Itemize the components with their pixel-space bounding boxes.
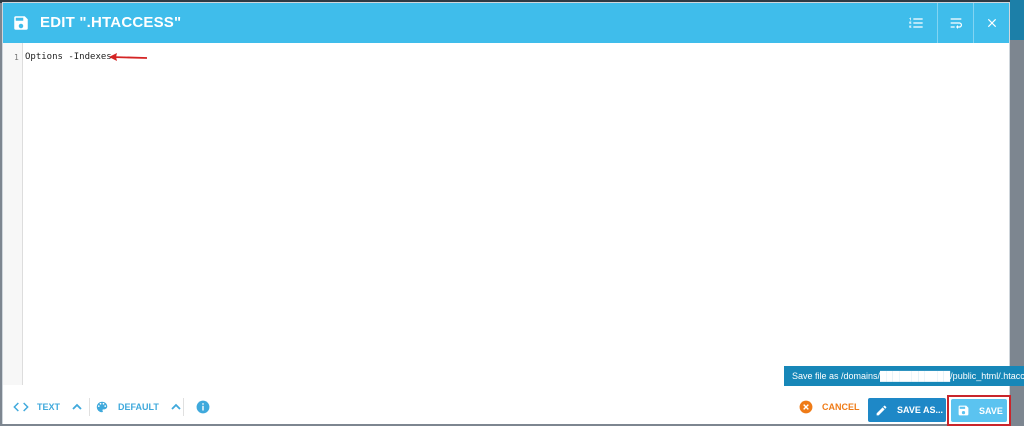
- cancel-circle-icon: [799, 400, 813, 414]
- edit-file-dialog: EDIT ".HTACCESS" 1 Options -Indexes TEXT…: [2, 2, 1011, 426]
- code-brackets-icon: [13, 402, 29, 412]
- floppy-disk-icon: [958, 405, 969, 416]
- theme-label: DEFAULT: [118, 402, 159, 412]
- wrap-text-icon: [950, 18, 962, 29]
- dialog-title: EDIT ".HTACCESS": [40, 14, 182, 31]
- info-icon: [196, 400, 210, 414]
- theme-selector[interactable]: DEFAULT: [95, 390, 181, 424]
- code-editor[interactable]: 1 Options -Indexes: [3, 43, 1009, 385]
- chevron-up-icon: [72, 403, 82, 410]
- save-path-tooltip: Save file as /domains/███████████/public…: [784, 366, 1024, 386]
- toggle-line-numbers-button[interactable]: [898, 3, 934, 43]
- close-button[interactable]: [973, 3, 1009, 43]
- save-label: SAVE: [979, 405, 1003, 416]
- dialog-header: EDIT ".HTACCESS": [3, 3, 1009, 43]
- toggle-word-wrap-button[interactable]: [937, 3, 973, 43]
- line-number-gutter: 1: [3, 43, 23, 385]
- palette-icon: [96, 401, 108, 413]
- background-panel: [1010, 0, 1024, 40]
- info-button[interactable]: [196, 390, 210, 424]
- divider: [89, 398, 90, 416]
- close-icon: [987, 18, 996, 28]
- save-as-button[interactable]: SAVE AS...: [868, 398, 946, 422]
- save-as-label: SAVE AS...: [897, 405, 944, 415]
- chevron-up-icon: [171, 403, 181, 410]
- save-button[interactable]: SAVE: [951, 399, 1007, 422]
- floppy-disk-icon: [14, 16, 28, 30]
- red-arrow-annotation: [109, 53, 148, 61]
- divider: [183, 398, 184, 416]
- cancel-button[interactable]: CANCEL: [799, 390, 860, 424]
- editor-mode-selector[interactable]: TEXT: [13, 390, 82, 424]
- dialog-footer: TEXT DEFAULT CANCEL SAVE AS... SAVE: [3, 390, 1011, 426]
- pencil-icon: [876, 405, 887, 415]
- code-line[interactable]: Options -Indexes: [25, 52, 112, 62]
- cancel-label: CANCEL: [822, 402, 860, 412]
- line-number: 1: [14, 53, 19, 62]
- editor-mode-label: TEXT: [37, 402, 61, 412]
- list-numbers-icon: [909, 17, 923, 28]
